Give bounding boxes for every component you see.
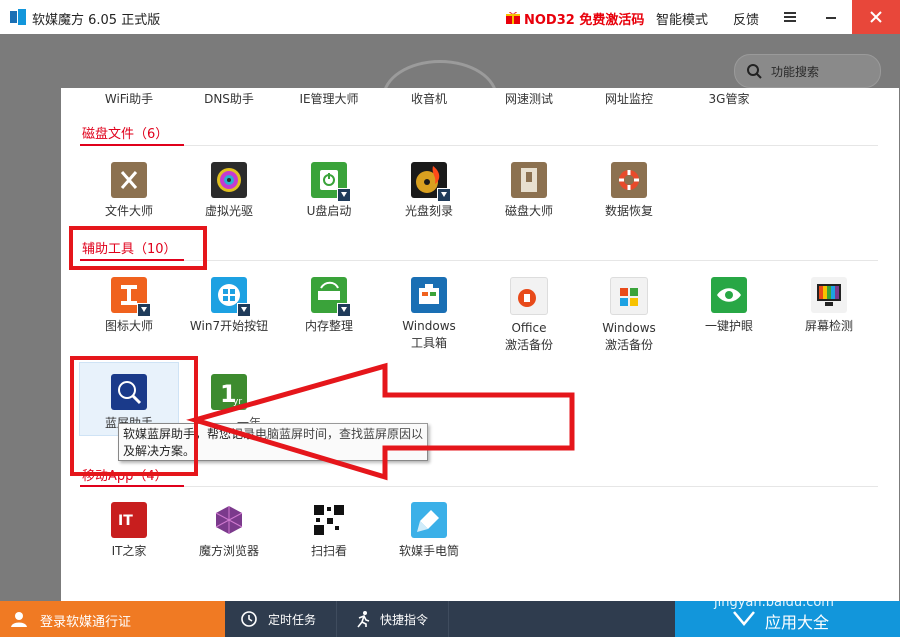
watermark: Baidu经验 jingyan.baidu.com [694,555,858,610]
memory-icon [311,277,351,317]
download-badge-icon [337,188,351,202]
tool-icon-master[interactable]: 图标大师 [79,277,179,335]
tool-windows-activation-backup[interactable]: Windows 激活备份 [579,277,679,354]
section-title-disk: 磁盘文件（6） [82,127,169,142]
windows-start-icon [211,277,251,317]
search-box[interactable]: 功能搜索 [734,54,881,88]
clock-icon [241,611,257,627]
lifebuoy-icon [611,162,647,198]
hamburger-icon [784,12,796,22]
menu-button[interactable] [775,0,805,34]
tool-url-monitor[interactable]: 网址监控 [579,90,679,107]
minimize-button[interactable] [816,0,846,34]
watermark-url: jingyan.baidu.com [714,595,834,610]
close-button[interactable] [852,0,900,34]
divider [80,486,878,487]
tool-windows-toolbox[interactable]: Windows 工具箱 [379,277,479,352]
browser-cube-icon [211,502,247,538]
tool-mofang-browser[interactable]: 魔方浏览器 [179,502,279,560]
tool-wifi[interactable]: WiFi助手 [79,90,179,107]
annotation-box-tool [70,356,198,476]
download-badge-icon [337,303,351,317]
tool-disk-master[interactable]: 磁盘大师 [479,162,579,220]
login-button[interactable]: 登录软媒通行证 [0,601,225,637]
windows-flag-icon [610,277,648,315]
eye-icon [711,277,747,313]
usb-boot-icon [311,162,351,202]
title-bar: 软媒魔方 6.05 正式版 NOD32 免费激活码 智能模式 反馈 [0,0,900,35]
tool-scan[interactable]: 扫扫看 [279,502,379,560]
disc-icon [211,162,247,198]
tool-file-master[interactable]: 文件大师 [79,162,179,220]
tool-ie[interactable]: IE管理大师 [279,90,379,107]
tool-3g[interactable]: 3G管家 [679,90,779,107]
download-badge-icon [137,303,151,317]
gift-icon [506,11,520,24]
tool-disc-burn[interactable]: 光盘刻录 [379,162,479,220]
app-logo-icon [10,9,26,25]
toolbox-icon [411,277,447,313]
scheduled-tasks-button[interactable]: 定时任务 [226,601,337,637]
tool-ithome[interactable]: IT IT之家 [79,502,179,560]
one-year-icon: 1 yr [211,374,247,410]
tool-office-activation-backup[interactable]: Office 激活备份 [479,277,579,354]
close-icon [870,11,882,23]
running-man-icon [357,611,370,628]
section-underline [80,485,184,487]
download-badge-icon [437,188,451,202]
flashlight-icon [411,502,447,538]
watermark-brand: Baidu经验 [694,563,858,598]
tool-screen-test[interactable]: 屏幕检测 [779,277,879,335]
smart-mode-button[interactable]: 智能模式 [656,9,708,28]
tool-usb-boot[interactable]: U盘启动 [279,162,379,220]
ithome-icon: IT [111,502,147,538]
svg-text:IT: IT [118,513,133,529]
download-badge-icon [237,303,251,317]
tool-dns[interactable]: DNS助手 [179,90,279,107]
tool-data-recovery[interactable]: 数据恢复 [579,162,679,220]
tool-virtual-drive[interactable]: 虚拟光驱 [179,162,279,220]
user-icon [11,612,27,627]
app-title: 软媒魔方 6.05 正式版 [32,13,161,28]
svg-text:yr: yr [233,397,242,407]
monitor-icon [811,277,847,313]
tool-win7-start-button[interactable]: Win7开始按钮 [179,277,279,335]
section-underline [80,144,184,146]
search-icon [747,64,762,79]
nod32-promo-link[interactable]: NOD32 免费激活码 [524,9,644,28]
tool-flashlight[interactable]: 软媒手电筒 [379,502,479,560]
qr-code-icon [311,502,347,538]
divider [80,145,878,146]
tool-eye-protection[interactable]: 一键护眼 [679,277,779,335]
office-icon [510,277,548,315]
annotation-box-section [69,226,207,270]
tool-speedtest[interactable]: 网速测试 [479,90,579,107]
tool-radio[interactable]: 收音机 [379,90,479,107]
feedback-button[interactable]: 反馈 [733,9,759,28]
disk-master-icon [511,162,547,198]
disc-burn-icon [411,162,451,202]
quick-command-button[interactable]: 快捷指令 [338,601,449,637]
tool-memory-cleanup[interactable]: 内存整理 [279,277,379,335]
minimize-icon [826,17,836,19]
chevron-down-icon [733,611,755,626]
icon-master-icon [111,277,151,317]
search-input[interactable]: 功能搜索 [771,63,819,80]
file-master-icon [111,162,147,198]
